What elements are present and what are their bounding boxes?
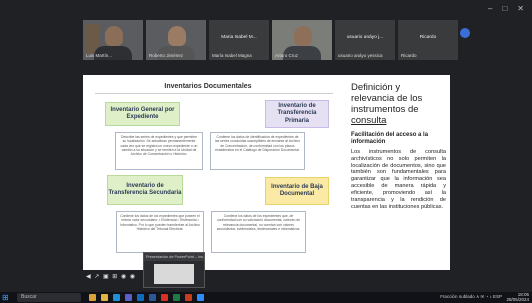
- screen-share-preview[interactable]: Presentación de PowerPoint – Inv...: [143, 252, 205, 288]
- excel-icon[interactable]: [173, 294, 180, 301]
- participant-name: Luis Martín...: [86, 53, 113, 58]
- participant-tile[interactable]: Roberto Jiménez: [146, 20, 206, 60]
- side-heading: Definición y relevancia de los instrumen…: [351, 82, 446, 127]
- participant-tile[interactable]: Luis Martín...: [83, 20, 143, 60]
- chrome-icon[interactable]: [161, 294, 168, 301]
- desc-baja-documental: Contiene los datos de los expedientes qu…: [211, 211, 306, 253]
- box-baja-documental: Inventario de Baja Documental: [265, 177, 329, 205]
- taskbar-apps: [89, 294, 204, 301]
- participant-center-label: Maria Isabel M...: [221, 35, 257, 40]
- participant-name: Arturo Cruz: [275, 53, 299, 58]
- participant-name: Roberto Jiménez: [149, 53, 184, 58]
- file-explorer-icon[interactable]: [101, 294, 108, 301]
- close-button[interactable]: ✕: [517, 4, 524, 13]
- meeting-window: – □ ✕ Luis Martín... Roberto Jiménez Mar…: [0, 0, 532, 303]
- desc-inventario-general: Describe las series de expedientes y que…: [115, 132, 203, 170]
- maximize-button[interactable]: □: [502, 4, 507, 13]
- participant-head: [168, 26, 186, 46]
- taskbar-search-input[interactable]: Buscar: [17, 293, 81, 302]
- box-transferencia-secundaria: Inventario de Transferencia Secundaria: [107, 175, 183, 205]
- desc-transferencia-secundaria: Contiene los datos de los expedientes qu…: [116, 211, 204, 253]
- widgets-icon[interactable]: [89, 294, 96, 301]
- side-heading-underlined: consulta: [351, 114, 387, 126]
- teams-icon[interactable]: [125, 294, 132, 301]
- clock-date: 28/05/2024: [506, 296, 529, 302]
- participant-name: usuario anáyo yessica: [338, 53, 383, 58]
- participant-tile[interactable]: Ricardo Ricardo: [398, 20, 458, 60]
- participant-head: [105, 26, 123, 46]
- participant-name: Ricardo: [401, 53, 417, 58]
- presentation-controls[interactable]: ◀ ↗ ▣ ⊞ ◉ ◉: [86, 273, 136, 280]
- participant-tile[interactable]: usuario anáyo j... usuario anáyo yessica: [335, 20, 395, 60]
- desc-transferencia-primaria: Contiene los datos de identificación de …: [210, 132, 305, 170]
- preview-image: [154, 264, 194, 284]
- participant-center-label: usuario anáyo j...: [346, 35, 384, 40]
- outlook-icon[interactable]: [137, 294, 144, 301]
- slide-divider: [95, 93, 333, 94]
- system-tray[interactable]: Fracción nublado ∧ ✉ ◔ ♪ ESP: [440, 294, 502, 300]
- minimize-button[interactable]: –: [488, 4, 492, 13]
- participant-head: [294, 26, 312, 46]
- powerpoint-icon[interactable]: [185, 294, 192, 301]
- participant-tile[interactable]: Maria Isabel M... María Isabel Magna: [209, 20, 269, 60]
- windows-start-icon[interactable]: ⊞: [2, 293, 11, 302]
- participant-name: María Isabel Magna: [212, 53, 252, 58]
- side-subheading: Facilitación del acceso a la información: [351, 132, 429, 145]
- shared-slide: Inventarios Documentales Inventario Gene…: [83, 75, 450, 270]
- side-heading-text: Definición y relevancia de los instrumen…: [351, 82, 423, 115]
- taskbar: ⊞ Buscar Fracción nublado ∧ ✉ ◔ ♪ ESP 18…: [0, 292, 532, 303]
- box-transferencia-primaria: Inventario de Transferencia Primaria: [265, 100, 329, 128]
- slide-title: Inventarios Documentales: [164, 83, 252, 90]
- window-controls: – □ ✕: [488, 4, 524, 13]
- edge-icon[interactable]: [113, 294, 120, 301]
- word-icon[interactable]: [149, 294, 156, 301]
- more-participants-icon[interactable]: [460, 28, 470, 38]
- preview-title: Presentación de PowerPoint – Inv...: [144, 253, 204, 261]
- box-inventario-general: Inventario General por Expediente: [105, 102, 180, 126]
- zoom-icon[interactable]: [197, 294, 204, 301]
- taskbar-clock[interactable]: 18:05 28/05/2024: [506, 292, 529, 303]
- side-paragraph: Los instrumentos de consulta archivístic…: [351, 149, 446, 210]
- participant-tile[interactable]: Arturo Cruz: [272, 20, 332, 60]
- participants-strip: Luis Martín... Roberto Jiménez Maria Isa…: [83, 20, 458, 60]
- participant-center-label: Ricardo: [419, 35, 437, 40]
